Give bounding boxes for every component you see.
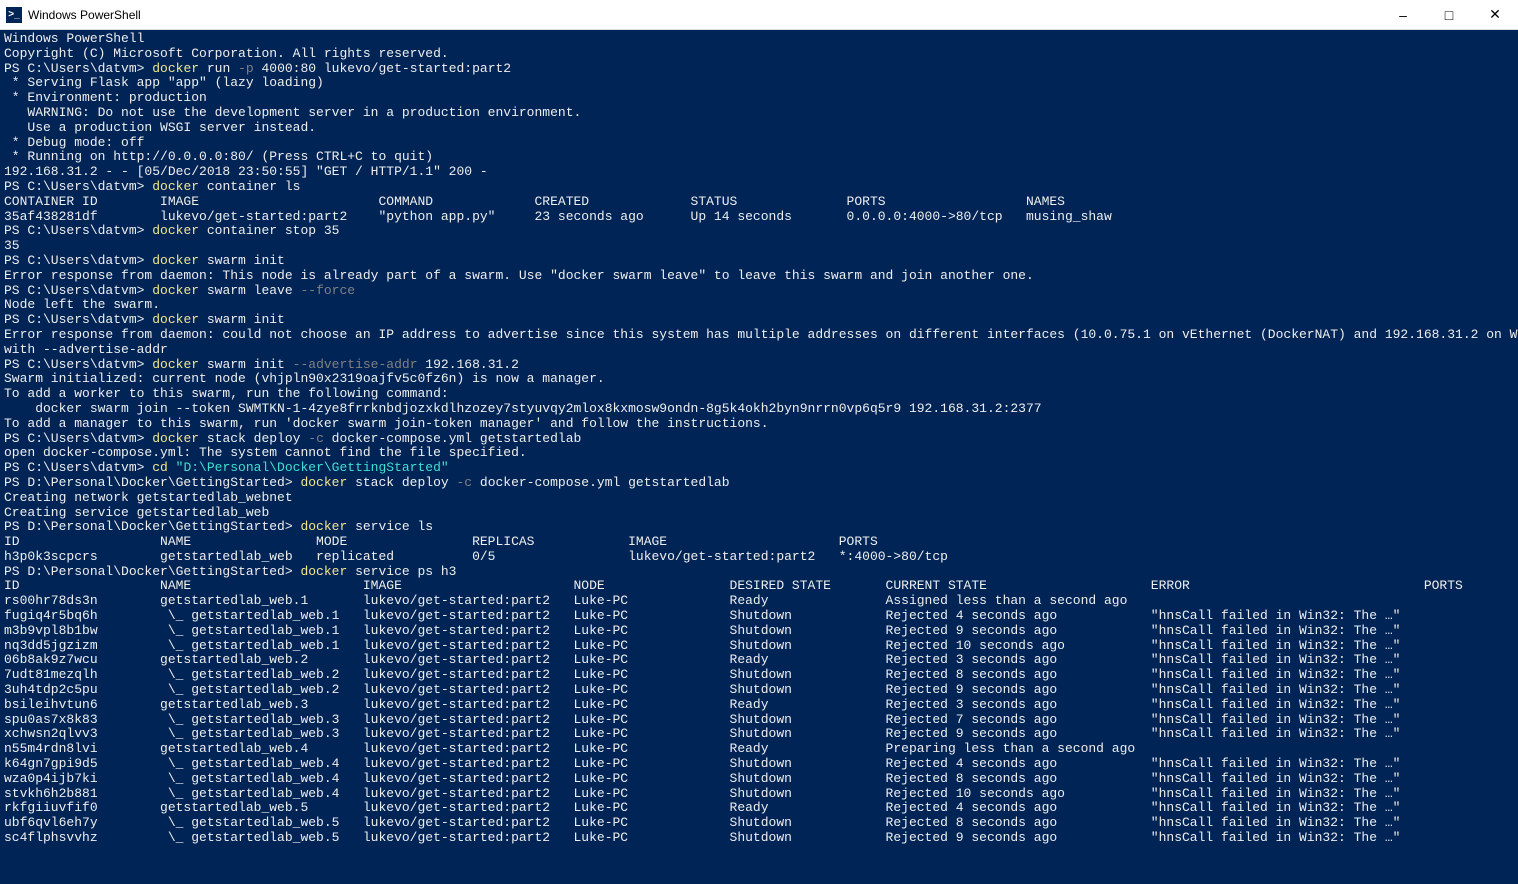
close-button[interactable]: ✕ xyxy=(1472,0,1518,30)
minimize-button[interactable]: – xyxy=(1380,0,1426,30)
maximize-button[interactable]: □ xyxy=(1426,0,1472,30)
powershell-icon: >_ xyxy=(6,7,22,23)
terminal-output[interactable]: Windows PowerShellCopyright (C) Microsof… xyxy=(0,30,1518,884)
window-titlebar: >_ Windows PowerShell – □ ✕ xyxy=(0,0,1518,30)
window-title: Windows PowerShell xyxy=(28,8,141,22)
